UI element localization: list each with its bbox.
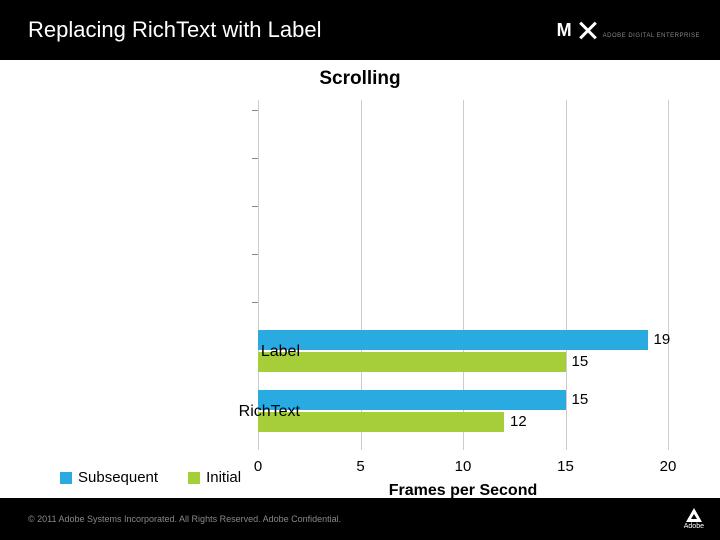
category-label-label: Label xyxy=(261,343,300,361)
bar-value: 15 xyxy=(572,353,589,370)
chart-title: Scrolling xyxy=(0,60,720,90)
y-tick xyxy=(252,254,258,255)
page-title: Replacing RichText with Label xyxy=(28,17,322,43)
adobe-logo: Adobe xyxy=(684,508,704,530)
adobe-a-icon xyxy=(686,508,702,522)
x-tick-label: 0 xyxy=(254,458,262,475)
bar-value: 12 xyxy=(510,413,527,430)
bar-value: 19 xyxy=(654,331,671,348)
x-tick-label: 10 xyxy=(455,458,472,475)
bar-label-subsequent: 19 xyxy=(258,330,648,350)
logo-x-icon xyxy=(579,21,597,39)
x-tick-label: 15 xyxy=(557,458,574,475)
x-axis-label: Frames per Second xyxy=(389,482,538,500)
legend-item-initial: Initial xyxy=(188,469,241,486)
y-tick xyxy=(252,110,258,111)
header-bar: Replacing RichText with Label M ADOBE DI… xyxy=(0,0,720,60)
legend-label: Initial xyxy=(206,469,241,486)
chart-area: Scrolling 19 15 15 12 0 5 10 15 2 xyxy=(0,60,720,498)
y-tick xyxy=(252,206,258,207)
category-label-richtext: RichText xyxy=(239,403,300,421)
adobe-text: Adobe xyxy=(684,523,704,530)
copyright-text: © 2011 Adobe Systems Incorporated. All R… xyxy=(28,514,341,524)
x-tick-label: 20 xyxy=(660,458,677,475)
y-tick xyxy=(252,158,258,159)
logo-subtitle: ADOBE DIGITAL ENTERPRISE xyxy=(603,33,700,39)
max-logo: M ADOBE DIGITAL ENTERPRISE xyxy=(557,20,700,41)
grid-line xyxy=(566,100,567,450)
x-tick-label: 5 xyxy=(356,458,364,475)
legend-swatch-icon xyxy=(188,472,200,484)
legend: Subsequent Initial xyxy=(60,469,241,486)
plot-region: 19 15 15 12 0 5 10 15 20 Frames per Seco… xyxy=(258,100,668,450)
y-tick xyxy=(252,302,258,303)
bar-label-initial: 15 xyxy=(258,352,566,372)
bar-richtext-subsequent: 15 xyxy=(258,390,566,410)
footer-bar: © 2011 Adobe Systems Incorporated. All R… xyxy=(0,498,720,540)
legend-label: Subsequent xyxy=(78,469,158,486)
bar-value: 15 xyxy=(572,391,589,408)
grid-line xyxy=(668,100,669,450)
logo-m-letter: M xyxy=(557,20,573,41)
legend-item-subsequent: Subsequent xyxy=(60,469,158,486)
legend-swatch-icon xyxy=(60,472,72,484)
